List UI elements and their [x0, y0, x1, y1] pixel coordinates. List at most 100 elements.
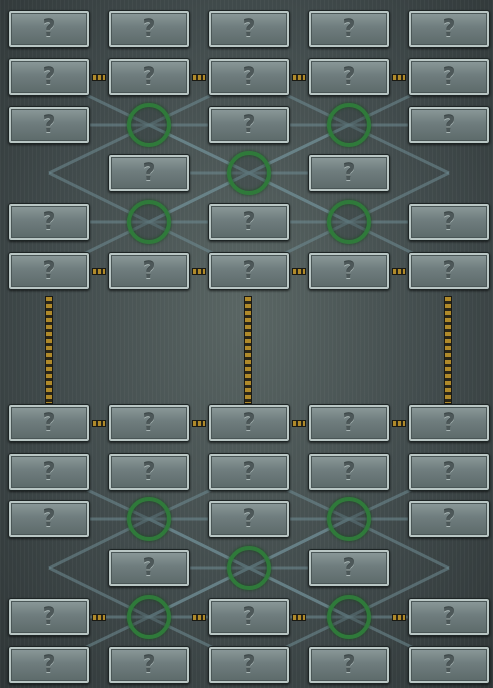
question-mark-icon: ?: [142, 410, 156, 436]
question-mark-icon: ?: [242, 64, 256, 90]
mystery-tile[interactable]: ?: [308, 549, 390, 587]
question-mark-icon: ?: [42, 64, 56, 90]
mystery-tile[interactable]: ?: [108, 549, 190, 587]
connector-bar-right: [444, 296, 452, 404]
question-mark-icon: ?: [342, 16, 356, 42]
question-mark-icon: ?: [442, 459, 456, 485]
question-mark-icon: ?: [242, 16, 256, 42]
mystery-tile[interactable]: ?: [108, 646, 190, 684]
game-board: ????????????????????????????????????????…: [0, 0, 493, 688]
empty-ring-slot[interactable]: [127, 497, 171, 541]
question-mark-icon: ?: [442, 506, 456, 532]
mystery-tile[interactable]: ?: [308, 404, 390, 442]
question-mark-icon: ?: [442, 16, 456, 42]
mystery-tile[interactable]: ?: [108, 252, 190, 290]
question-mark-icon: ?: [242, 459, 256, 485]
mystery-tile[interactable]: ?: [308, 646, 390, 684]
empty-ring-slot[interactable]: [127, 200, 171, 244]
mystery-tile[interactable]: ?: [8, 252, 90, 290]
mystery-tile[interactable]: ?: [208, 10, 290, 48]
mystery-tile[interactable]: ?: [408, 252, 490, 290]
connector-bar-center: [244, 296, 252, 404]
tile-link-connector: [392, 614, 406, 621]
mystery-tile[interactable]: ?: [8, 646, 90, 684]
question-mark-icon: ?: [342, 555, 356, 581]
tile-link-connector: [92, 268, 106, 275]
tile-link-connector: [392, 268, 406, 275]
mystery-tile[interactable]: ?: [8, 58, 90, 96]
mystery-tile[interactable]: ?: [408, 646, 490, 684]
mystery-tile[interactable]: ?: [108, 404, 190, 442]
empty-ring-slot[interactable]: [327, 497, 371, 541]
question-mark-icon: ?: [242, 604, 256, 630]
mystery-tile[interactable]: ?: [8, 203, 90, 241]
mystery-tile[interactable]: ?: [408, 58, 490, 96]
mystery-tile[interactable]: ?: [108, 58, 190, 96]
question-mark-icon: ?: [242, 112, 256, 138]
mystery-tile[interactable]: ?: [408, 453, 490, 491]
tile-link-connector: [192, 420, 206, 427]
mystery-tile[interactable]: ?: [308, 154, 390, 192]
mystery-tile[interactable]: ?: [408, 10, 490, 48]
question-mark-icon: ?: [42, 16, 56, 42]
question-mark-icon: ?: [342, 160, 356, 186]
question-mark-icon: ?: [142, 555, 156, 581]
mystery-tile[interactable]: ?: [208, 453, 290, 491]
mystery-tile[interactable]: ?: [208, 598, 290, 636]
question-mark-icon: ?: [442, 112, 456, 138]
empty-ring-slot[interactable]: [227, 546, 271, 590]
question-mark-icon: ?: [442, 604, 456, 630]
mystery-tile[interactable]: ?: [8, 404, 90, 442]
mystery-tile[interactable]: ?: [308, 58, 390, 96]
empty-ring-slot[interactable]: [127, 595, 171, 639]
tile-link-connector: [292, 74, 306, 81]
question-mark-icon: ?: [42, 604, 56, 630]
mystery-tile[interactable]: ?: [8, 598, 90, 636]
mystery-tile[interactable]: ?: [108, 453, 190, 491]
mystery-tile[interactable]: ?: [8, 500, 90, 538]
mystery-tile[interactable]: ?: [408, 500, 490, 538]
mystery-tile[interactable]: ?: [8, 453, 90, 491]
mystery-tile[interactable]: ?: [208, 646, 290, 684]
question-mark-icon: ?: [142, 258, 156, 284]
empty-ring-slot[interactable]: [227, 151, 271, 195]
question-mark-icon: ?: [142, 459, 156, 485]
question-mark-icon: ?: [42, 506, 56, 532]
mystery-tile[interactable]: ?: [108, 154, 190, 192]
mystery-tile[interactable]: ?: [208, 404, 290, 442]
mystery-tile[interactable]: ?: [8, 106, 90, 144]
question-mark-icon: ?: [42, 258, 56, 284]
mystery-tile[interactable]: ?: [108, 10, 190, 48]
mystery-tile[interactable]: ?: [408, 106, 490, 144]
mystery-tile[interactable]: ?: [308, 252, 390, 290]
connector-bar-left: [45, 296, 53, 404]
question-mark-icon: ?: [142, 64, 156, 90]
tile-link-connector: [192, 614, 206, 621]
question-mark-icon: ?: [442, 652, 456, 678]
empty-ring-slot[interactable]: [327, 595, 371, 639]
question-mark-icon: ?: [342, 64, 356, 90]
mystery-tile[interactable]: ?: [208, 58, 290, 96]
mystery-tile[interactable]: ?: [408, 598, 490, 636]
mystery-tile[interactable]: ?: [8, 10, 90, 48]
empty-ring-slot[interactable]: [327, 103, 371, 147]
mystery-tile[interactable]: ?: [308, 10, 390, 48]
mystery-tile[interactable]: ?: [408, 203, 490, 241]
mystery-tile[interactable]: ?: [208, 106, 290, 144]
question-mark-icon: ?: [42, 209, 56, 235]
question-mark-icon: ?: [42, 652, 56, 678]
question-mark-icon: ?: [242, 410, 256, 436]
question-mark-icon: ?: [242, 506, 256, 532]
question-mark-icon: ?: [42, 112, 56, 138]
question-mark-icon: ?: [242, 258, 256, 284]
mystery-tile[interactable]: ?: [208, 252, 290, 290]
empty-ring-slot[interactable]: [127, 103, 171, 147]
mystery-tile[interactable]: ?: [208, 203, 290, 241]
mystery-tile[interactable]: ?: [208, 500, 290, 538]
empty-ring-slot[interactable]: [327, 200, 371, 244]
mystery-tile[interactable]: ?: [408, 404, 490, 442]
mystery-tile[interactable]: ?: [308, 453, 390, 491]
question-mark-icon: ?: [242, 652, 256, 678]
question-mark-icon: ?: [142, 160, 156, 186]
tile-link-connector: [292, 614, 306, 621]
